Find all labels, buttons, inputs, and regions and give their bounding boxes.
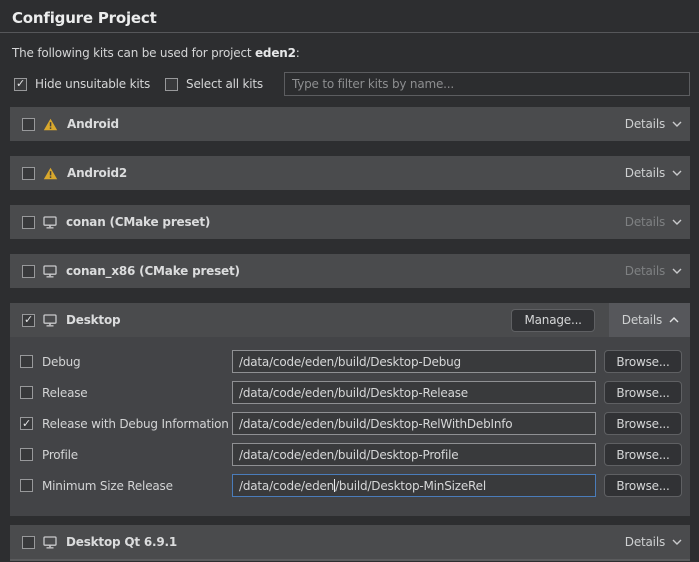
config-label: Release	[42, 386, 88, 400]
kit-row-conan[interactable]: conan (CMake preset) Details	[10, 205, 690, 239]
details-button[interactable]: Details	[625, 215, 682, 229]
kit-checkbox[interactable]	[22, 265, 35, 278]
path-before-cursor: /data/code/eden	[239, 479, 334, 493]
kit-checkbox[interactable]	[22, 536, 35, 549]
config-row-profile: Profile /data/code/eden/build/Desktop-Pr…	[18, 443, 682, 466]
kit-row-conan-x86[interactable]: conan_x86 (CMake preset) Details	[10, 254, 690, 288]
config-label: Minimum Size Release	[42, 479, 173, 493]
browse-button[interactable]: Browse...	[604, 443, 682, 466]
desktop-icon	[43, 314, 57, 327]
config-label: Release with Debug Information	[42, 417, 229, 431]
browse-button[interactable]: Browse...	[604, 412, 682, 435]
warning-icon	[43, 167, 58, 180]
details-label: Details	[625, 215, 665, 229]
build-dir-input[interactable]: /data/code/eden/build/Desktop-Debug	[232, 350, 596, 373]
config-label: Profile	[42, 448, 78, 462]
kit-filter-input[interactable]	[284, 72, 690, 96]
hide-unsuitable-kits-checkbox[interactable]	[14, 78, 27, 91]
config-label: Debug	[42, 355, 80, 369]
config-row-debug: Debug /data/code/eden/build/Desktop-Debu…	[18, 350, 682, 373]
chevron-down-icon	[672, 219, 682, 225]
details-label: Details	[625, 117, 665, 131]
kit-row-android[interactable]: Android Details	[10, 107, 690, 141]
select-all-kits-checkbox-group[interactable]: Select all kits	[165, 77, 263, 91]
config-checkbox[interactable]	[20, 448, 33, 461]
details-label: Details	[622, 313, 662, 327]
select-all-kits-checkbox[interactable]	[165, 78, 178, 91]
chevron-down-icon	[672, 268, 682, 274]
intro-text-before: The following kits can be used for proje…	[12, 46, 255, 60]
project-name: eden2	[255, 46, 296, 60]
page-title: Configure Project	[12, 9, 157, 27]
desktop-icon	[43, 265, 57, 278]
kit-checkbox[interactable]	[22, 314, 35, 327]
hide-unsuitable-kits-label: Hide unsuitable kits	[35, 77, 150, 91]
desktop-icon	[43, 216, 57, 229]
kit-row-android2[interactable]: Android2 Details	[10, 156, 690, 190]
build-dir-input[interactable]: /data/code/eden/build/Desktop-Profile	[232, 443, 596, 466]
build-dir-input[interactable]: /data/code/eden/build/Desktop-Release	[232, 381, 596, 404]
details-toggle[interactable]: Details	[622, 313, 679, 327]
kit-name: Desktop Qt 6.9.1	[66, 535, 177, 549]
chevron-down-icon	[672, 121, 682, 127]
kit-section-desktop: Desktop Manage... Details Debug /data/co…	[10, 303, 690, 516]
warning-icon	[43, 118, 58, 131]
kit-row-desktop[interactable]: Desktop Manage... Details	[10, 303, 690, 337]
path-after-cursor: /build/Desktop-MinSizeRel	[335, 479, 486, 493]
chevron-up-icon	[669, 317, 679, 323]
kit-name: Android2	[67, 166, 127, 180]
kit-filter-controls: Hide unsuitable kits Select all kits	[14, 72, 690, 96]
details-button[interactable]: Details	[609, 303, 690, 337]
browse-button[interactable]: Browse...	[604, 474, 682, 497]
build-dir-input[interactable]: /data/code/eden/build/Desktop-RelWithDeb…	[232, 412, 596, 435]
desktop-icon	[43, 536, 57, 549]
hide-unsuitable-kits-checkbox-group[interactable]: Hide unsuitable kits	[14, 77, 150, 91]
details-label: Details	[625, 264, 665, 278]
browse-button[interactable]: Browse...	[604, 381, 682, 404]
config-row-minsizerel: Minimum Size Release /data/code/eden/bui…	[18, 474, 682, 497]
config-row-relwithdebinfo: Release with Debug Information /data/cod…	[18, 412, 682, 435]
intro-text: The following kits can be used for proje…	[12, 46, 687, 61]
kit-name: Desktop	[66, 313, 120, 327]
chevron-down-icon	[672, 539, 682, 545]
browse-button[interactable]: Browse...	[604, 350, 682, 373]
kit-row-desktop-qt[interactable]: Desktop Qt 6.9.1 Details	[10, 525, 690, 559]
config-checkbox[interactable]	[20, 417, 33, 430]
kit-checkbox[interactable]	[22, 118, 35, 131]
config-row-release: Release /data/code/eden/build/Desktop-Re…	[18, 381, 682, 404]
kit-name: Android	[67, 117, 119, 131]
desktop-build-configs-panel: Debug /data/code/eden/build/Desktop-Debu…	[10, 337, 690, 516]
intro-text-after: :	[296, 46, 300, 60]
page-header: Configure Project	[0, 0, 699, 33]
manage-button[interactable]: Manage...	[511, 309, 594, 332]
kit-checkbox[interactable]	[22, 167, 35, 180]
details-label: Details	[625, 166, 665, 180]
select-all-kits-label: Select all kits	[186, 77, 263, 91]
chevron-down-icon	[672, 170, 682, 176]
details-button[interactable]: Details	[625, 166, 682, 180]
details-label: Details	[625, 535, 665, 549]
details-button[interactable]: Details	[625, 264, 682, 278]
config-checkbox[interactable]	[20, 355, 33, 368]
details-button[interactable]: Details	[625, 535, 682, 549]
config-checkbox[interactable]	[20, 386, 33, 399]
kit-name: conan (CMake preset)	[66, 215, 210, 229]
kit-list: Android Details Android2 Details	[10, 107, 690, 559]
next-row-clipped-edge	[10, 559, 690, 561]
kit-checkbox[interactable]	[22, 216, 35, 229]
build-dir-input-focused[interactable]: /data/code/eden/build/Desktop-MinSizeRel	[232, 474, 596, 497]
config-checkbox[interactable]	[20, 479, 33, 492]
kit-name: conan_x86 (CMake preset)	[66, 264, 240, 278]
details-button[interactable]: Details	[625, 117, 682, 131]
